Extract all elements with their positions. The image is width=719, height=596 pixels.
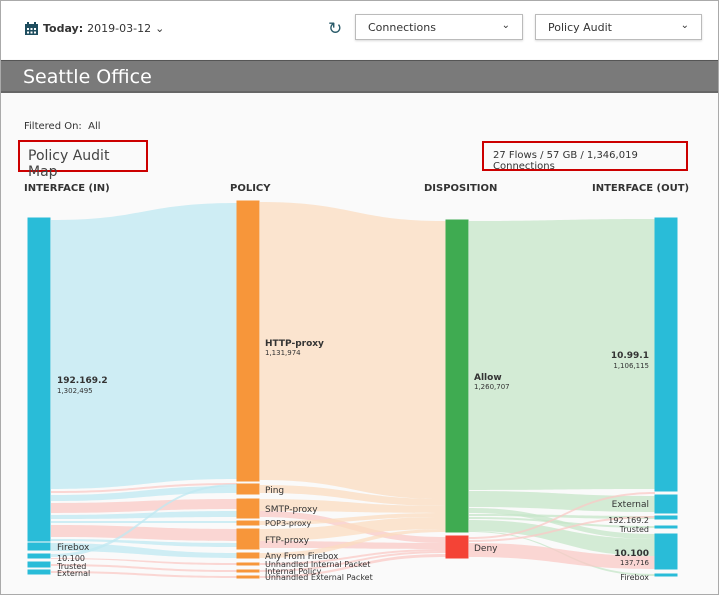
node-policy-ping[interactable] [236,483,260,495]
node-value: 1,302,495 [57,387,93,395]
sankey-link[interactable] [51,203,237,489]
window: Today: 2019-03-12 ⌄ ↻ Connections ⌄ Policy … [0,0,719,595]
node-deny[interactable] [445,535,469,559]
node-policy-internal-policy[interactable] [236,569,260,573]
node-allow[interactable] [445,219,469,533]
node-label: Deny [474,544,498,554]
node-value: 1,131,974 [265,349,301,357]
node-policy-ftp-proxy[interactable] [236,528,260,550]
node-label: SMTP-proxy [265,505,318,515]
node-out-trusted[interactable] [654,525,678,529]
node-out-192-169-2[interactable] [654,515,678,520]
node-label: Firebox [57,543,90,553]
node-out-10-99-1[interactable] [654,217,678,492]
node-out-external[interactable] [654,494,678,514]
node-label: 10.100 [614,549,649,559]
sankey-link[interactable] [51,525,237,541]
node-out-10-100[interactable] [654,533,678,570]
node-label: 192.169.2 [57,376,108,386]
node-policy-unhandled-external-packet[interactable] [236,575,260,579]
node-label: Unhandled External Packet [265,573,373,582]
node-label: External [57,569,90,578]
node-label: HTTP-proxy [265,339,324,349]
node-label: 192.169.2 [608,516,649,525]
sankey-link[interactable] [51,499,237,513]
node-label: POP3-proxy [265,519,311,528]
node-policy-smtp-proxy[interactable] [236,498,260,519]
node-label: Trusted [619,525,649,534]
node-policy-http-proxy[interactable] [236,200,260,482]
node-label: External [612,500,649,510]
node-in-trusted[interactable] [27,561,51,568]
node-in-external[interactable] [27,569,51,575]
sankey-diagram: 192.169.21,302,495Firebox10.100TrustedEx… [27,200,678,582]
node-label: FTP-proxy [265,536,310,546]
node-label: 10.99.1 [611,351,649,361]
node-in-firebox[interactable] [27,542,51,551]
node-label: Ping [265,486,284,496]
node-policy-pop3-proxy[interactable] [236,520,260,526]
node-policy-any-from-firebox[interactable] [236,552,260,559]
node-out-firebox[interactable] [654,573,678,577]
node-value: 137,716 [620,559,649,567]
node-policy-unhandled-internal-packet[interactable] [236,562,260,566]
node-value: 1,260,707 [474,383,510,391]
node-label: Firebox [620,573,649,582]
node-in-192-169-2[interactable] [27,217,51,542]
node-label: Allow [474,373,502,383]
node-in-10-100[interactable] [27,553,51,559]
node-value: 1,106,115 [613,362,649,370]
